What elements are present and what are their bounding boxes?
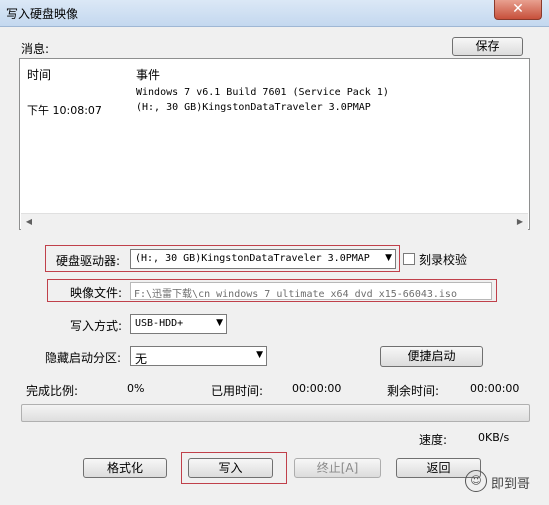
remaining-label: 剩余时间:	[387, 384, 440, 398]
verify-label: 刻录校验	[419, 253, 468, 267]
write-method-label: 写入方式:	[70, 319, 123, 333]
close-icon: ✕	[512, 1, 524, 17]
stop-button[interactable]: 终止[A]	[294, 458, 381, 478]
messages-label: 消息:	[21, 42, 50, 56]
chevron-down-icon: ▼	[216, 318, 223, 328]
watermark-icon: ☺	[465, 470, 487, 492]
message-list[interactable]: 时间 事件 Windows 7 v6.1 Build 7601 (Service…	[19, 58, 530, 230]
hidden-partition-value: 无	[135, 352, 148, 366]
message-event-1: Windows 7 v6.1 Build 7601 (Service Pack …	[136, 87, 389, 98]
horizontal-scrollbar[interactable]: ◀ ▶	[21, 213, 528, 230]
drive-select[interactable]: (H:, 30 GB)KingstonDataTraveler 3.0PMAP …	[130, 249, 396, 269]
column-header-event: 事件	[136, 68, 161, 82]
watermark-text: 即到哥	[491, 477, 531, 492]
progress-bar	[21, 404, 530, 422]
image-file-value: F:\迅雷下载\cn_windows_7_ultimate_x64_dvd_x1…	[134, 289, 457, 300]
image-file-field[interactable]: F:\迅雷下载\cn_windows_7_ultimate_x64_dvd_x1…	[130, 282, 492, 300]
message-event-2: (H:, 30 GB)KingstonDataTraveler 3.0PMAP	[136, 102, 371, 113]
close-button[interactable]: ✕	[494, 0, 542, 20]
drive-label: 硬盘驱动器:	[56, 254, 121, 268]
window-title: 写入硬盘映像	[6, 7, 79, 21]
quick-boot-button[interactable]: 便捷启动	[380, 346, 483, 367]
hidden-partition-label: 隐藏启动分区:	[45, 351, 122, 365]
write-method-select[interactable]: USB-HDD+ ▼	[130, 314, 227, 334]
title-bar	[0, 0, 549, 27]
chevron-down-icon: ▼	[385, 253, 392, 263]
elapsed-label: 已用时间:	[211, 384, 264, 398]
write-method-value: USB-HDD+	[135, 318, 184, 329]
hidden-partition-select[interactable]: 无 ▼	[130, 346, 267, 366]
drive-value: (H:, 30 GB)KingstonDataTraveler 3.0PMAP	[135, 253, 370, 264]
chevron-down-icon: ▼	[256, 350, 263, 360]
speed-label: 速度:	[419, 433, 448, 447]
complete-value: 0%	[127, 382, 145, 395]
scroll-left-icon[interactable]: ◀	[21, 214, 37, 230]
remaining-value: 00:00:00	[470, 382, 520, 395]
image-file-label: 映像文件:	[70, 286, 123, 300]
verify-checkbox[interactable]	[403, 253, 415, 265]
scroll-right-icon[interactable]: ▶	[512, 214, 528, 230]
format-button[interactable]: 格式化	[83, 458, 167, 478]
column-header-time: 时间	[27, 68, 52, 82]
write-button[interactable]: 写入	[188, 458, 273, 478]
message-time-2: 下午 10:08:07	[27, 104, 102, 117]
elapsed-value: 00:00:00	[292, 382, 342, 395]
speed-value: 0KB/s	[478, 431, 510, 444]
complete-label: 完成比例:	[26, 384, 79, 398]
save-button[interactable]: 保存	[452, 37, 523, 56]
